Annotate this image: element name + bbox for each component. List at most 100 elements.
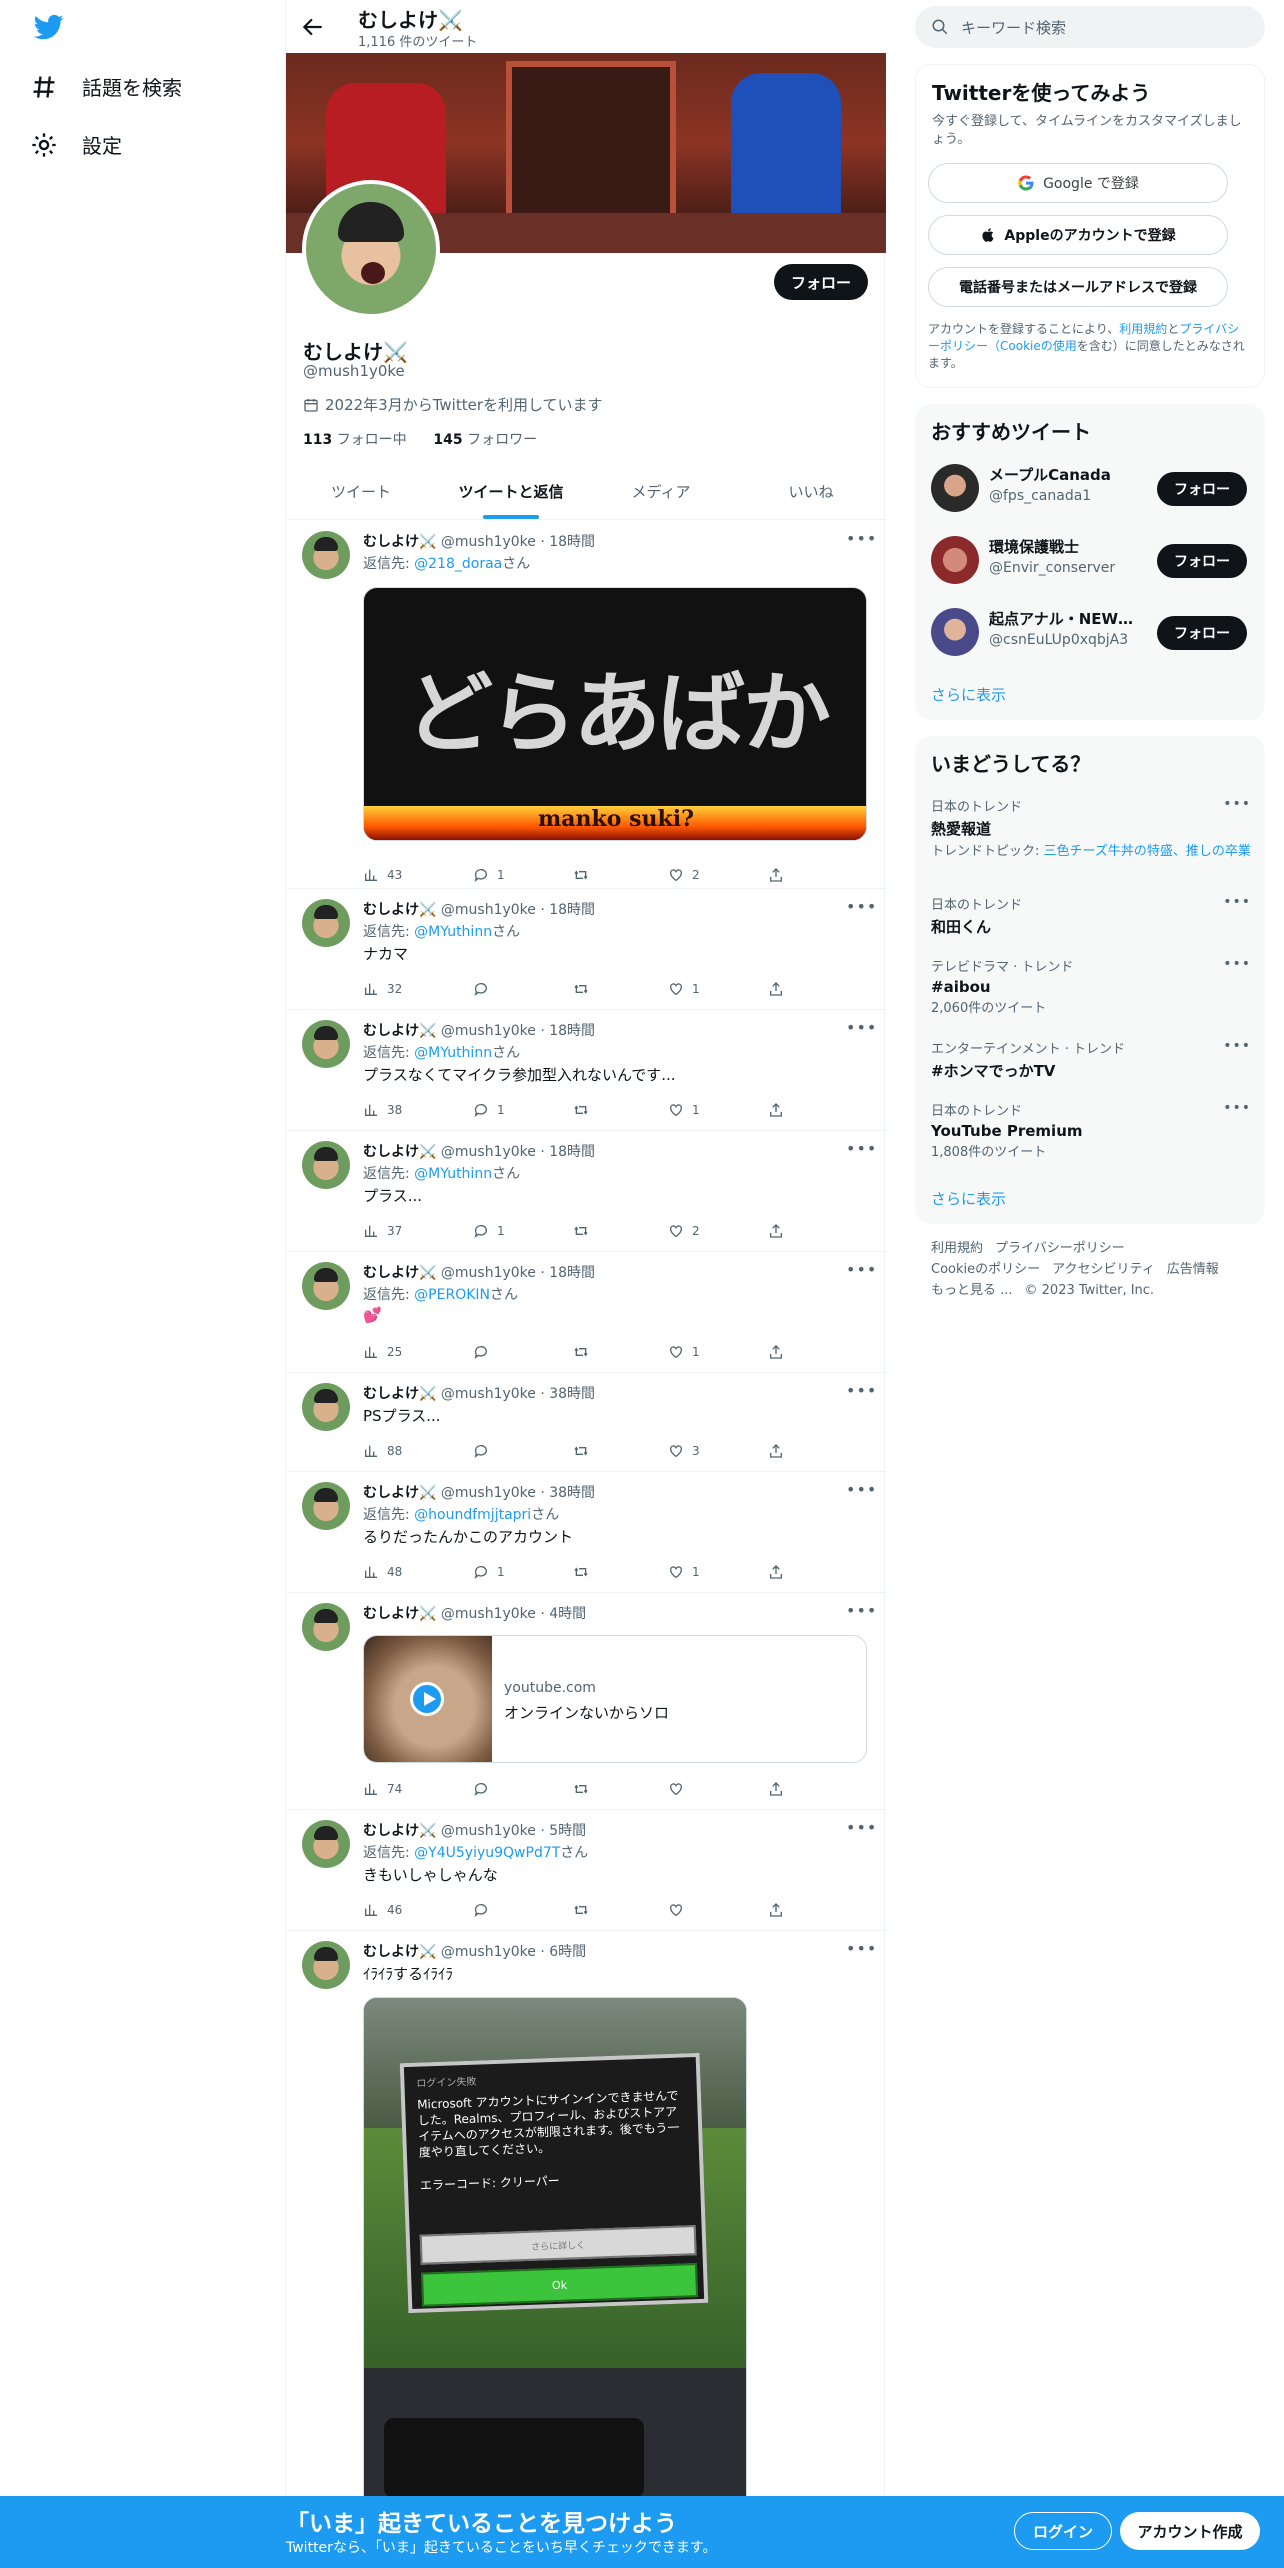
recommended-show-more-link[interactable]: さらに表示 bbox=[931, 684, 1006, 705]
nav-settings[interactable]: 設定 bbox=[30, 130, 122, 159]
more-options-icon[interactable]: ••• bbox=[846, 897, 877, 916]
views-button[interactable]: 37 bbox=[363, 1223, 402, 1239]
tweet-author[interactable]: むしよけ⚔️ bbox=[363, 534, 436, 550]
tweet-image[interactable]: どらあばか manko suki? bbox=[363, 587, 867, 841]
reply-to-link[interactable]: @houndfmjjtapri bbox=[414, 1507, 531, 1523]
trend-item[interactable]: 日本のトレンド 和田くん ••• bbox=[931, 894, 1251, 937]
recommended-follow-button[interactable]: フォロー bbox=[1157, 616, 1247, 650]
profile-avatar[interactable] bbox=[302, 180, 440, 318]
reply-to-link[interactable]: @218_doraa bbox=[414, 556, 502, 572]
reply-button[interactable] bbox=[473, 981, 497, 997]
avatar[interactable] bbox=[302, 1383, 350, 1431]
more-options-icon[interactable]: ••• bbox=[846, 1381, 877, 1400]
avatar[interactable] bbox=[302, 531, 350, 579]
link-card[interactable]: youtube.com オンラインないからソロ bbox=[363, 1635, 867, 1763]
footer-accessibility-link[interactable]: アクセシビリティ bbox=[1052, 1262, 1155, 1277]
like-button[interactable]: 2 bbox=[668, 1223, 700, 1239]
tweet-author[interactable]: むしよけ⚔️ bbox=[363, 1265, 436, 1281]
twitter-logo-icon[interactable] bbox=[32, 12, 66, 42]
views-button[interactable]: 88 bbox=[363, 1443, 402, 1459]
footer-privacy-link[interactable]: プライバシーポリシー bbox=[995, 1241, 1125, 1256]
tweet[interactable]: むしよけ⚔️ @mush1y0ke · 6時間 ••• ｲﾗｲﾗするｲﾗｲﾗ ログイン… bbox=[286, 1931, 886, 2568]
retweet-button[interactable] bbox=[573, 1344, 597, 1360]
trend-item[interactable]: 日本のトレンド 熱愛報道 トレンドトピック: 三色チーズ牛丼の特盛、推しの卒業 … bbox=[931, 796, 1251, 860]
more-options-icon[interactable]: ••• bbox=[846, 1480, 877, 1499]
more-options-icon[interactable]: ••• bbox=[846, 1818, 877, 1837]
trends-show-more-link[interactable]: さらに表示 bbox=[931, 1188, 1006, 1209]
tweet[interactable]: むしよけ⚔️ @mush1y0ke · 18時間 ••• 返信先: @MYuthin… bbox=[286, 1131, 886, 1252]
views-button[interactable]: 74 bbox=[363, 1781, 402, 1797]
login-button[interactable]: ログイン bbox=[1014, 2512, 1112, 2550]
tweet[interactable]: むしよけ⚔️ @mush1y0ke · 18時間 ••• 返信先: @MYuthin… bbox=[286, 1010, 886, 1131]
avatar[interactable] bbox=[302, 1141, 350, 1189]
views-button[interactable]: 32 bbox=[363, 981, 402, 997]
tweet-image[interactable]: ログイン失敗 Microsoft アカウントにサインインできませんでした。Real… bbox=[363, 1997, 747, 2517]
footer-more-link[interactable]: もっと見る ... bbox=[931, 1283, 1013, 1298]
reply-to-link[interactable]: @MYuthinn bbox=[414, 1045, 492, 1061]
tweet-author[interactable]: むしよけ⚔️ bbox=[363, 902, 436, 918]
tab-media[interactable]: メディア bbox=[586, 468, 736, 519]
more-options-icon[interactable]: ••• bbox=[1223, 1038, 1251, 1054]
recommended-follow-button[interactable]: フォロー bbox=[1157, 544, 1247, 578]
avatar[interactable] bbox=[302, 899, 350, 947]
share-button[interactable] bbox=[768, 981, 784, 997]
like-button[interactable] bbox=[668, 1902, 692, 1918]
avatar[interactable] bbox=[302, 1603, 350, 1651]
like-button[interactable]: 1 bbox=[668, 1102, 700, 1118]
more-options-icon[interactable]: ••• bbox=[846, 1260, 877, 1279]
recommended-user[interactable]: 環境保護戦士 @Envir_conserver フォロー bbox=[931, 534, 1251, 586]
tweet[interactable]: むしよけ⚔️ @mush1y0ke · 38時間 ••• 返信先: @houndfm… bbox=[286, 1472, 886, 1593]
like-button[interactable] bbox=[668, 1781, 692, 1797]
tweet[interactable]: むしよけ⚔️ @mush1y0ke · 18時間 ••• 返信先: @PEROKIN… bbox=[286, 1252, 886, 1373]
tweet-author[interactable]: むしよけ⚔️ bbox=[363, 1606, 436, 1622]
reply-button[interactable]: 1 bbox=[473, 1102, 505, 1118]
like-button[interactable]: 1 bbox=[668, 1344, 700, 1360]
reply-button[interactable]: 1 bbox=[473, 867, 505, 883]
reply-button[interactable] bbox=[473, 1902, 497, 1918]
avatar[interactable] bbox=[302, 1262, 350, 1310]
reply-to-link[interactable]: @MYuthinn bbox=[414, 924, 492, 940]
recommended-user[interactable]: メープルCanada @fps_canada1 フォロー bbox=[931, 462, 1251, 514]
tweet[interactable]: むしよけ⚔️ @mush1y0ke · 4時間 ••• youtube.com オンラ… bbox=[286, 1593, 886, 1810]
share-button[interactable] bbox=[768, 1781, 784, 1797]
more-options-icon[interactable]: ••• bbox=[1223, 796, 1251, 812]
footer-terms-link[interactable]: 利用規約 bbox=[931, 1241, 983, 1256]
search-input[interactable]: キーワード検索 bbox=[915, 6, 1265, 48]
trend-item[interactable]: 日本のトレンド YouTube Premium 1,808件のツイート ••• bbox=[931, 1100, 1251, 1161]
followers-link[interactable]: 145 フォロワー bbox=[433, 432, 537, 448]
more-options-icon[interactable]: ••• bbox=[1223, 894, 1251, 910]
reply-button[interactable] bbox=[473, 1443, 497, 1459]
retweet-button[interactable] bbox=[573, 1902, 597, 1918]
phone-email-signup-button[interactable]: 電話番号またはメールアドレスで登録 bbox=[928, 267, 1228, 307]
retweet-button[interactable] bbox=[573, 1223, 597, 1239]
avatar[interactable] bbox=[302, 1820, 350, 1868]
share-button[interactable] bbox=[768, 1344, 784, 1360]
recommended-user[interactable]: 起点アナル・NEWS... @csnEuLUp0xqbjA3 フォロー bbox=[931, 606, 1251, 658]
more-options-icon[interactable]: ••• bbox=[846, 1601, 877, 1620]
reply-button[interactable]: 1 bbox=[473, 1564, 505, 1580]
reply-to-link[interactable]: @Y4U5yiyu9QwPd7T bbox=[414, 1845, 560, 1861]
tweet[interactable]: むしよけ⚔️ @mush1y0ke · 18時間 ••• 返信先: @218_dor… bbox=[286, 521, 886, 889]
reply-button[interactable] bbox=[473, 1344, 497, 1360]
avatar[interactable] bbox=[302, 1941, 350, 1989]
share-button[interactable] bbox=[768, 1902, 784, 1918]
tweet[interactable]: むしよけ⚔️ @mush1y0ke · 5時間 ••• 返信先: @Y4U5yiyu… bbox=[286, 1810, 886, 1931]
reply-to-link[interactable]: @MYuthinn bbox=[414, 1166, 492, 1182]
tweet[interactable]: むしよけ⚔️ @mush1y0ke · 18時間 ••• 返信先: @MYuthin… bbox=[286, 889, 886, 1010]
more-options-icon[interactable]: ••• bbox=[846, 1939, 877, 1958]
retweet-button[interactable] bbox=[573, 867, 597, 883]
tweet-author[interactable]: むしよけ⚔️ bbox=[363, 1823, 436, 1839]
retweet-button[interactable] bbox=[573, 1564, 597, 1580]
back-arrow-icon[interactable] bbox=[300, 14, 326, 40]
nav-explore[interactable]: 話題を検索 bbox=[30, 72, 182, 101]
trend-item[interactable]: エンターテインメント · トレンド #ホンマでっかTV ••• bbox=[931, 1038, 1251, 1081]
footer-cookie-link[interactable]: Cookieのポリシー bbox=[931, 1262, 1040, 1277]
avatar[interactable] bbox=[302, 1482, 350, 1530]
follow-button[interactable]: フォロー bbox=[774, 264, 868, 300]
like-button[interactable]: 1 bbox=[668, 981, 700, 997]
tweet-author[interactable]: むしよけ⚔️ bbox=[363, 1386, 436, 1402]
avatar[interactable] bbox=[302, 1020, 350, 1068]
recommended-follow-button[interactable]: フォロー bbox=[1157, 472, 1247, 506]
views-button[interactable]: 48 bbox=[363, 1564, 402, 1580]
more-options-icon[interactable]: ••• bbox=[846, 529, 877, 548]
